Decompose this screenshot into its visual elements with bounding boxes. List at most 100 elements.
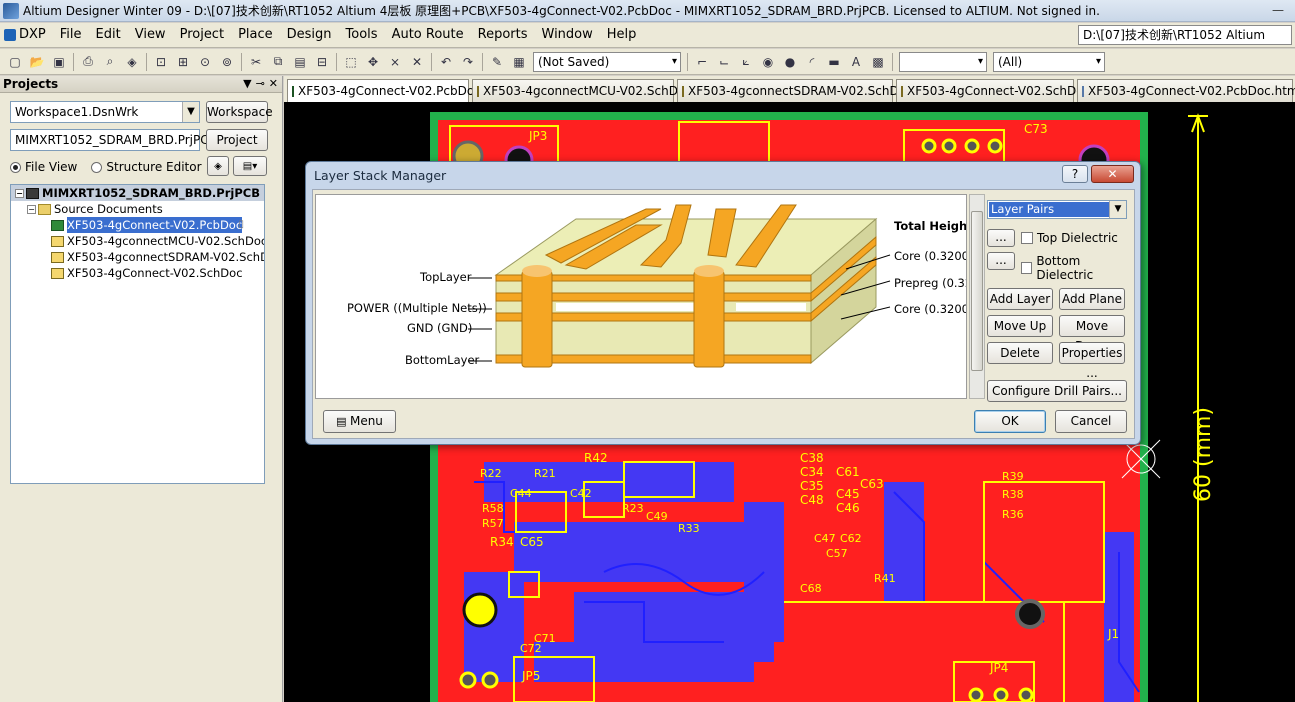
collapse-icon[interactable]: − [27,204,36,214]
redo-icon[interactable]: ↷ [459,53,477,71]
layers-icon[interactable]: ◈ [123,53,141,71]
tree-folder-node[interactable]: − Source Documents [11,201,264,217]
menu-reports[interactable]: Reports [471,23,535,47]
properties-button[interactable]: Properties ... [1059,342,1125,380]
close-button[interactable]: ✕ [1091,165,1134,183]
tree-file-sch-main[interactable]: XF503-4gConnect-V02.SchDoc [11,265,264,281]
ok-button[interactable]: OK [974,410,1046,433]
project-tree: − MIMXRT1052_SDRAM_BRD.PrjPCB − Source D… [10,184,265,484]
undo-icon[interactable]: ↶ [437,53,455,71]
divider [146,52,147,71]
help-button[interactable]: ? [1062,165,1088,183]
menu-file[interactable]: File [53,23,89,47]
workspace-button[interactable]: Workspace [206,101,273,123]
cut-icon[interactable]: ✂ [247,53,265,71]
route-multiple-icon[interactable]: ⌙ [715,53,733,71]
label-r39: R39 [1002,470,1024,483]
route-diff-pair-icon[interactable]: ⟀ [737,53,755,71]
configure-drill-pairs-button[interactable]: Configure Drill Pairs... [987,380,1127,402]
add-layer-button[interactable]: Add Layer [987,288,1053,310]
zoom-fit-icon[interactable]: ⊡ [152,53,170,71]
route-icon[interactable]: ⌐ [693,53,711,71]
place-fill-icon[interactable]: ▬ [825,53,843,71]
tree-file-sch-mcu[interactable]: XF503-4gconnectMCU-V02.SchDoc [11,233,264,249]
menu-auto-route[interactable]: Auto Route [385,23,471,47]
divider [892,52,893,71]
copy-icon[interactable]: ⧉ [269,53,287,71]
label-r22: R22 [480,467,502,480]
menu-place[interactable]: Place [231,23,280,47]
print-preview-icon[interactable]: ⌕ [101,53,119,71]
tab-pcbdoc[interactable]: XF503-4gConnect-V02.PcbDoc [287,79,481,102]
layer-pairs-select[interactable]: Layer Pairs ▼ [987,200,1127,219]
class-filter-select[interactable]: (All) [993,51,1105,72]
stack-scrollbar[interactable] [969,194,985,399]
cancel-button[interactable]: Cancel [1055,410,1127,433]
minimize-button[interactable]: — [1265,2,1291,20]
label-c68: C68 [800,582,822,595]
crossprobe-icon[interactable]: ✎ [488,53,506,71]
delete-button[interactable]: Delete [987,342,1053,364]
place-arc-icon[interactable]: ◜ [803,53,821,71]
workspace-select[interactable]: Workspace1.DsnWrk ▼ [10,101,200,123]
net-filter-select[interactable] [899,51,987,72]
bottom-dielectric-checkbox[interactable]: Bottom Dielectric [1021,254,1134,282]
zoom-area-icon[interactable]: ⊞ [174,53,192,71]
project-button[interactable]: Project [206,129,268,151]
structure-editor-radio[interactable] [91,161,103,173]
project-options-button[interactable]: ▤▾ [233,156,267,176]
place-string-icon[interactable]: A [847,53,865,71]
browse-component-icon[interactable]: ▦ [510,53,528,71]
collapse-icon[interactable]: − [15,188,24,198]
menu-button[interactable]: ▤ Menu [323,410,396,433]
file-view-radio[interactable] [10,161,21,173]
top-dielectric-button[interactable]: ... [987,229,1015,247]
paste-icon[interactable]: ▤ [291,53,309,71]
menu-edit[interactable]: Edit [89,23,128,47]
add-plane-button[interactable]: Add Plane [1059,288,1125,310]
print-icon[interactable]: ⎙ [79,53,97,71]
tree-file-sch-sdram[interactable]: XF503-4gconnectSDRAM-V02.SchDoc [11,249,264,265]
save-icon[interactable]: ▣ [50,53,68,71]
save-state-select[interactable]: (Not Saved) [533,51,681,72]
panel-close-icon[interactable]: ✕ [269,76,278,92]
label-r34: R34 [490,535,514,549]
scroll-thumb[interactable] [971,211,983,371]
place-component-icon[interactable]: ▩ [869,53,887,71]
pin-icon[interactable]: ⊸ [256,76,265,92]
tree-file-pcb[interactable]: XF503-4gConnect-V02.PcbDoc ▯ [11,217,264,233]
menu-dxp[interactable]: DXP [0,23,53,47]
zoom-previous-icon[interactable]: ⊚ [218,53,236,71]
move-up-button[interactable]: Move Up [987,315,1053,337]
menu-tools[interactable]: Tools [339,23,385,47]
zoom-selected-icon[interactable]: ⊙ [196,53,214,71]
top-dielectric-checkbox[interactable]: Top Dielectric [1021,231,1118,245]
open-icon[interactable]: 📂 [28,53,46,71]
path-field[interactable]: D:\[07]技术创新\RT1052 Altium [1078,25,1292,45]
divider [336,52,337,71]
layer-stack-view[interactable]: TopLayer POWER ((Multiple Nets)) GND (GN… [315,194,967,399]
tab-report-htm[interactable]: XF503-4gConnect-V02.PcbDoc.htm [1077,79,1295,102]
menu-design[interactable]: Design [280,23,339,47]
menu-help[interactable]: Help [600,23,644,47]
project-layers-icon[interactable]: ◈ [207,156,229,176]
tab-sch-mcu[interactable]: XF503-4gconnectMCU-V02.SchDoc [472,79,692,102]
project-field[interactable]: MIMXRT1052_SDRAM_BRD.PrjPCB [10,129,217,151]
select-area-icon[interactable]: ⬚ [342,53,360,71]
tree-project-node[interactable]: − MIMXRT1052_SDRAM_BRD.PrjPCB [11,185,264,201]
panel-menu-icon[interactable]: ▼ [243,76,251,92]
tab-sch-sdram[interactable]: XF503-4gconnectSDRAM-V02.SchDoc [677,79,913,102]
menu-window[interactable]: Window [535,23,600,47]
place-via-icon[interactable]: ◉ [759,53,777,71]
clear-filter-icon[interactable]: ✕ [408,53,426,71]
move-icon[interactable]: ✥ [364,53,382,71]
menu-project[interactable]: Project [173,23,231,47]
deselect-icon[interactable]: ⨯ [386,53,404,71]
tab-sch-main[interactable]: XF503-4gConnect-V02.SchDoc [896,79,1090,102]
rubber-stamp-icon[interactable]: ⊟ [313,53,331,71]
move-down-button[interactable]: Move Down [1059,315,1125,353]
bottom-dielectric-button[interactable]: ... [987,252,1015,270]
menu-view[interactable]: View [128,23,173,47]
place-pad-icon[interactable]: ● [781,53,799,71]
new-icon[interactable]: ▢ [6,53,24,71]
